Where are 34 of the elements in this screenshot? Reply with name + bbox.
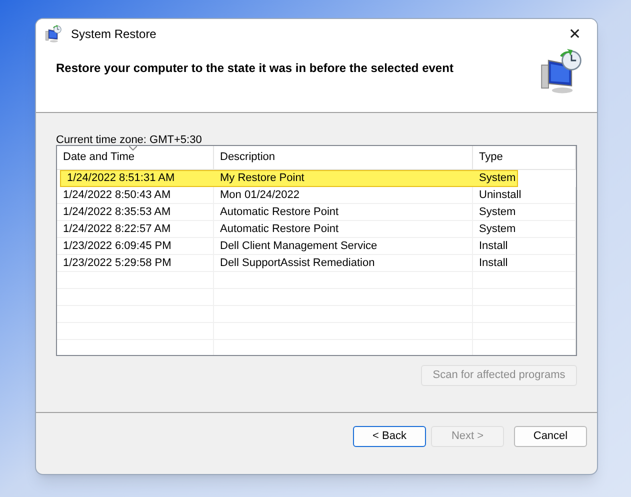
table-cell: Automatic Restore Point xyxy=(214,204,473,220)
table-cell: System xyxy=(473,204,576,220)
close-button[interactable]: ✕ xyxy=(563,22,587,46)
table-cell: Install xyxy=(473,238,576,254)
table-cell: Mon 01/24/2022 xyxy=(214,187,473,203)
column-header[interactable]: Type xyxy=(473,146,576,169)
dialog-button[interactable]: < Back xyxy=(353,426,426,447)
table-cell: Dell SupportAssist Remediation xyxy=(214,255,473,271)
column-header[interactable]: Date and Time xyxy=(57,146,214,169)
table-row[interactable]: 1/24/2022 8:51:31 AM My Restore Point System xyxy=(60,170,518,187)
time-zone-label: Current time zone: GMT+5:30 xyxy=(56,134,202,146)
table-cell: 1/23/2022 6:09:45 PM xyxy=(57,238,214,254)
table-cell: Install xyxy=(473,255,576,271)
table-cell: 1/24/2022 8:35:53 AM xyxy=(57,204,214,220)
restore-icon xyxy=(44,25,62,43)
table-cell-text: My Restore Point xyxy=(219,171,306,186)
table-row[interactable]: 1/24/2022 8:35:53 AM Automatic Restore Point System xyxy=(57,204,576,221)
table-cell: Automatic Restore Point xyxy=(214,221,473,237)
table-row[interactable]: 1/23/2022 6:09:45 PM Dell Client Management Service Install xyxy=(57,238,576,255)
table-row[interactable]: 1/24/2022 8:22:57 AM Automatic Restore Point System xyxy=(57,221,576,238)
table-cell: Dell Client Management Service xyxy=(214,238,473,254)
window-title: System Restore xyxy=(71,26,156,43)
table-cell: 1/24/2022 8:22:57 AM xyxy=(57,221,214,237)
table-cell: System xyxy=(473,221,576,237)
table-cell: 1/23/2022 5:29:58 PM xyxy=(57,255,214,271)
table-row[interactable]: 1/24/2022 8:50:43 AM Mon 01/24/2022 Uninstall xyxy=(57,187,576,204)
table-row[interactable]: 1/23/2022 5:29:58 PM Dell SupportAssist Remediation Install xyxy=(57,255,576,272)
dialog-heading: Restore your computer to the state it was in before the selected event xyxy=(56,60,454,77)
dialog-button[interactable]: Cancel xyxy=(514,426,587,447)
column-header[interactable]: Description xyxy=(214,146,473,169)
table-cell-text: 1/24/2022 8:51:31 AM xyxy=(66,171,176,186)
table-cell-text: System xyxy=(478,171,517,186)
table-cell: Uninstall xyxy=(473,187,576,203)
table-cell: 1/24/2022 8:50:43 AM xyxy=(57,187,214,203)
